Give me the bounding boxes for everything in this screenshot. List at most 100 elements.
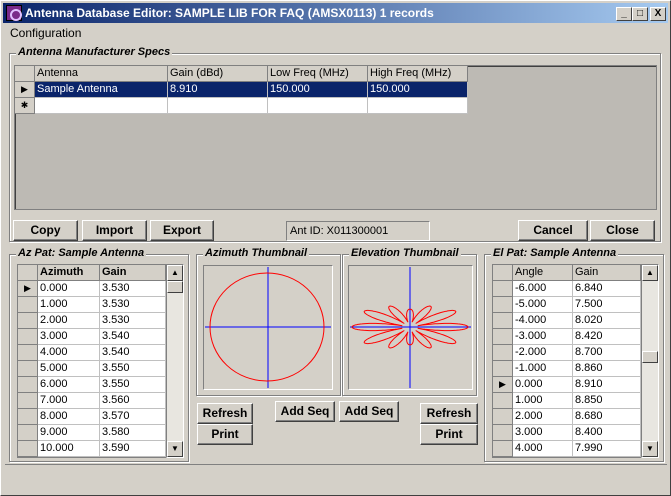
grid-cell-gain[interactable]: 8.850: [573, 393, 641, 409]
row-selector[interactable]: [493, 297, 513, 313]
row-selector[interactable]: [18, 313, 38, 329]
grid-cell-gain[interactable]: 3.590: [100, 441, 166, 457]
specs-new-cell[interactable]: [168, 98, 268, 114]
grid-cell-gain[interactable]: 8.020: [573, 313, 641, 329]
refresh-el-button[interactable]: Refresh: [420, 403, 478, 424]
grid-cell-x[interactable]: 3.000: [38, 329, 100, 345]
import-button[interactable]: Import: [82, 220, 147, 241]
row-selector[interactable]: [493, 329, 513, 345]
new-row-asterisk-icon[interactable]: ✱: [15, 98, 35, 114]
grid-cell-x[interactable]: 4.000: [38, 345, 100, 361]
row-selector[interactable]: [493, 361, 513, 377]
scroll-up-arrow-icon[interactable]: ▲: [642, 265, 658, 281]
grid-cell-gain[interactable]: 3.570: [100, 409, 166, 425]
grid-cell-x[interactable]: 2.000: [513, 409, 573, 425]
close-window-button[interactable]: X: [650, 7, 666, 21]
grid-cell-gain[interactable]: 8.420: [573, 329, 641, 345]
grid-cell-gain[interactable]: 7.990: [573, 441, 641, 457]
row-selector[interactable]: [493, 313, 513, 329]
copy-button[interactable]: Copy: [13, 220, 78, 241]
el-scrollbar[interactable]: ▲ ▼: [641, 264, 659, 458]
el-col-angle[interactable]: Angle: [513, 265, 573, 281]
grid-cell-gain[interactable]: 3.550: [100, 361, 166, 377]
grid-cell-gain[interactable]: 8.400: [573, 425, 641, 441]
specs-col-low-freq[interactable]: Low Freq (MHz): [268, 66, 368, 82]
grid-cell-gain[interactable]: 3.530: [100, 297, 166, 313]
row-selector[interactable]: [18, 393, 38, 409]
grid-cell-x[interactable]: -5.000: [513, 297, 573, 313]
print-el-button[interactable]: Print: [420, 424, 478, 445]
row-selector[interactable]: [493, 393, 513, 409]
refresh-az-button[interactable]: Refresh: [197, 403, 253, 424]
row-selector[interactable]: [18, 425, 38, 441]
row-selector[interactable]: [18, 345, 38, 361]
row-selector[interactable]: [493, 425, 513, 441]
specs-cell-antenna[interactable]: Sample Antenna: [35, 82, 168, 98]
row-selector[interactable]: [18, 297, 38, 313]
row-selector[interactable]: [18, 441, 38, 457]
specs-cell-high-freq[interactable]: 150.000: [368, 82, 468, 98]
specs-col-antenna[interactable]: Antenna: [35, 66, 168, 82]
grid-cell-gain[interactable]: 3.580: [100, 425, 166, 441]
az-col-azimuth[interactable]: Azimuth: [38, 265, 100, 281]
grid-cell-x[interactable]: 8.000: [38, 409, 100, 425]
grid-cell-gain[interactable]: 8.910: [573, 377, 641, 393]
grid-cell-x[interactable]: -3.000: [513, 329, 573, 345]
row-current-arrow-icon[interactable]: ▶: [18, 281, 38, 297]
specs-new-cell[interactable]: [268, 98, 368, 114]
add-seq-el-button[interactable]: Add Seq: [339, 401, 399, 422]
row-current-arrow-icon[interactable]: ▶: [15, 82, 35, 98]
az-col-gain[interactable]: Gain: [100, 265, 166, 281]
grid-cell-gain[interactable]: 6.840: [573, 281, 641, 297]
row-selector[interactable]: [493, 409, 513, 425]
grid-cell-x[interactable]: 7.000: [38, 393, 100, 409]
specs-grid[interactable]: Antenna Gain (dBd) Low Freq (MHz) High F…: [14, 65, 657, 210]
row-selector[interactable]: [493, 281, 513, 297]
scroll-down-arrow-icon[interactable]: ▼: [642, 441, 658, 457]
grid-cell-x[interactable]: 1.000: [513, 393, 573, 409]
specs-new-cell[interactable]: [35, 98, 168, 114]
print-az-button[interactable]: Print: [197, 424, 253, 445]
grid-cell-gain[interactable]: 3.540: [100, 329, 166, 345]
menu-configuration[interactable]: Configuration: [10, 26, 81, 40]
row-current-arrow-icon[interactable]: ▶: [493, 377, 513, 393]
grid-cell-x[interactable]: 6.000: [38, 377, 100, 393]
scroll-down-arrow-icon[interactable]: ▼: [167, 441, 183, 457]
az-pat-grid[interactable]: Azimuth Gain ▶ 0.000 3.530 1.000 3.530 2.000 3…: [17, 264, 166, 458]
grid-cell-x[interactable]: 10.000: [38, 441, 100, 457]
az-scrollbar[interactable]: ▲ ▼: [166, 264, 184, 458]
grid-cell-x[interactable]: 1.000: [38, 297, 100, 313]
row-selector[interactable]: [18, 329, 38, 345]
grid-cell-x[interactable]: 5.000: [38, 361, 100, 377]
grid-cell-gain[interactable]: 3.530: [100, 313, 166, 329]
row-selector[interactable]: [493, 345, 513, 361]
grid-cell-gain[interactable]: 8.860: [573, 361, 641, 377]
grid-cell-gain[interactable]: 3.560: [100, 393, 166, 409]
title-bar[interactable]: Antenna Database Editor: SAMPLE LIB FOR …: [3, 3, 668, 23]
grid-cell-x[interactable]: -6.000: [513, 281, 573, 297]
el-scroll-thumb[interactable]: [642, 351, 658, 363]
row-selector[interactable]: [18, 361, 38, 377]
grid-cell-x[interactable]: 4.000: [513, 441, 573, 457]
grid-cell-x[interactable]: -1.000: [513, 361, 573, 377]
grid-cell-gain[interactable]: 3.550: [100, 377, 166, 393]
specs-col-gain[interactable]: Gain (dBd): [168, 66, 268, 82]
row-selector[interactable]: [18, 409, 38, 425]
minimize-button[interactable]: _: [616, 7, 632, 21]
grid-cell-gain[interactable]: 8.700: [573, 345, 641, 361]
grid-cell-x[interactable]: 2.000: [38, 313, 100, 329]
maximize-button[interactable]: □: [632, 7, 648, 21]
cancel-button[interactable]: Cancel: [518, 220, 588, 241]
specs-cell-low-freq[interactable]: 150.000: [268, 82, 368, 98]
grid-cell-x[interactable]: -2.000: [513, 345, 573, 361]
el-pat-grid[interactable]: Angle Gain -6.000 6.840 -5.000 7.500 -4.000 8…: [492, 264, 641, 458]
grid-cell-gain[interactable]: 3.540: [100, 345, 166, 361]
close-button[interactable]: Close: [590, 220, 655, 241]
grid-cell-x[interactable]: -4.000: [513, 313, 573, 329]
row-selector[interactable]: [18, 377, 38, 393]
grid-cell-gain[interactable]: 3.530: [100, 281, 166, 297]
grid-cell-x[interactable]: 9.000: [38, 425, 100, 441]
az-scroll-thumb[interactable]: [167, 281, 183, 293]
specs-col-high-freq[interactable]: High Freq (MHz): [368, 66, 468, 82]
el-col-gain[interactable]: Gain: [573, 265, 641, 281]
